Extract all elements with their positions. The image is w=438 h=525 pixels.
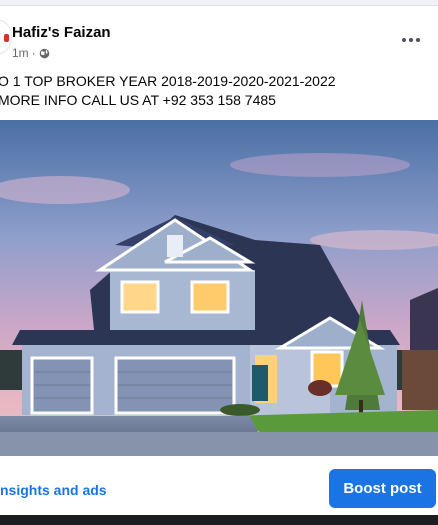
boost-post-button[interactable]: Boost post <box>329 469 436 508</box>
post-text: O 1 TOP BROKER YEAR 2018-2019-2020-2021-… <box>0 72 438 110</box>
bottom-strip <box>0 515 438 525</box>
globe-icon[interactable] <box>39 48 50 59</box>
post-author-name[interactable]: Hafiz's Faizan <box>12 24 111 41</box>
post-time[interactable]: 1m <box>12 46 29 60</box>
insights-and-ads-link[interactable]: nsights and ads <box>0 482 107 498</box>
avatar-mark <box>4 34 9 42</box>
more-options-icon[interactable] <box>396 28 426 52</box>
post-text-line-2: MORE INFO CALL US AT +92 353 158 7485 <box>0 92 276 108</box>
post-text-line-1: O 1 TOP BROKER YEAR 2018-2019-2020-2021-… <box>0 73 336 89</box>
author-avatar[interactable] <box>0 20 12 54</box>
meta-separator: · <box>31 46 36 60</box>
house-photo-illustration <box>0 120 438 456</box>
post-meta: 1m · <box>12 46 50 60</box>
post-card: Hafiz's Faizan 1m · O 1 TOP BROKER YEAR … <box>0 5 438 516</box>
post-photo[interactable] <box>0 120 438 456</box>
